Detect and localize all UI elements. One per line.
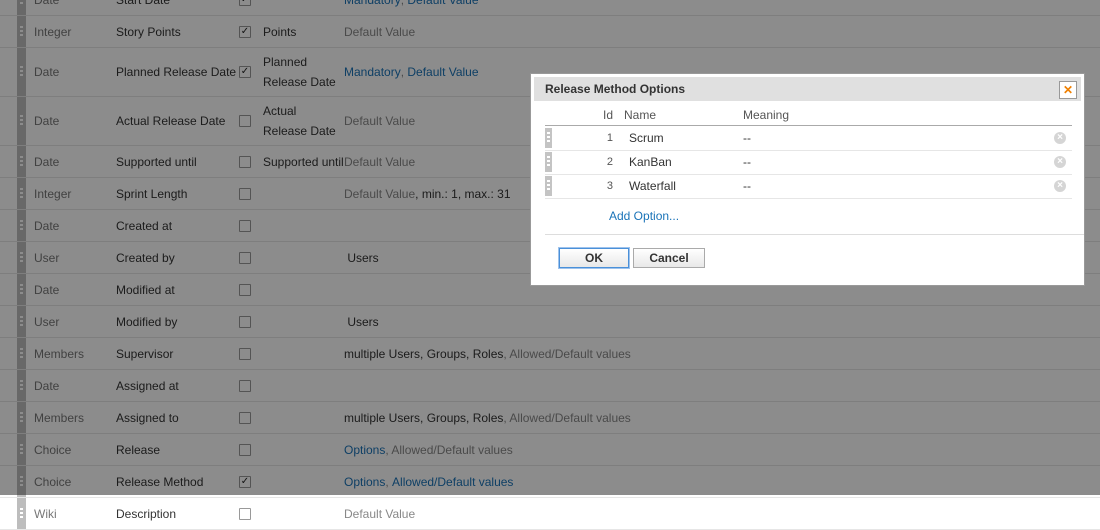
add-option-link[interactable]: Add Option...	[609, 209, 679, 223]
field-options: Default Value	[344, 498, 415, 529]
option-id: 1	[606, 132, 613, 144]
field-row[interactable]: Wiki Description Default Value	[0, 498, 1100, 530]
option-meaning: --	[743, 155, 751, 169]
column-header-id: Id	[603, 108, 614, 122]
option-name: Waterfall	[629, 179, 676, 193]
drag-handle-icon[interactable]	[545, 128, 552, 148]
cancel-button[interactable]: Cancel	[633, 248, 705, 268]
field-option-text: Default Value	[344, 506, 416, 521]
option-id: 3	[606, 180, 613, 192]
option-row[interactable]: 2 KanBan -- ×	[545, 150, 1072, 175]
option-name: KanBan	[629, 155, 672, 169]
close-icon[interactable]: ✕	[1059, 81, 1077, 99]
dialog-header: Release Method Options ✕	[534, 77, 1081, 101]
dialog-title: Release Method Options	[545, 82, 686, 96]
remove-option-icon[interactable]: ×	[1054, 132, 1066, 144]
option-id: 2	[606, 156, 613, 168]
option-row[interactable]: 3 Waterfall -- ×	[545, 174, 1072, 199]
field-checkbox-cell	[239, 498, 251, 529]
field-checkbox[interactable]	[239, 507, 251, 520]
dialog-divider	[545, 234, 1084, 235]
option-meaning: --	[743, 131, 751, 145]
remove-option-icon[interactable]: ×	[1054, 180, 1066, 192]
drag-handle-icon[interactable]	[545, 176, 552, 196]
column-header-name: Name	[624, 108, 657, 122]
field-type: Wiki	[34, 506, 57, 521]
option-name: Scrum	[629, 131, 664, 145]
ok-button[interactable]: OK	[559, 248, 629, 268]
drag-handle-icon[interactable]	[545, 152, 552, 172]
remove-option-icon[interactable]: ×	[1054, 156, 1066, 168]
field-name: Description	[116, 506, 177, 521]
option-meaning: --	[743, 179, 751, 193]
drag-handle-icon[interactable]	[17, 498, 26, 529]
release-method-options-dialog: Release Method Options ✕ Id Name Meaning…	[530, 73, 1085, 286]
option-row[interactable]: 1 Scrum -- ×	[545, 126, 1072, 151]
column-header-meaning: Meaning	[743, 108, 790, 122]
